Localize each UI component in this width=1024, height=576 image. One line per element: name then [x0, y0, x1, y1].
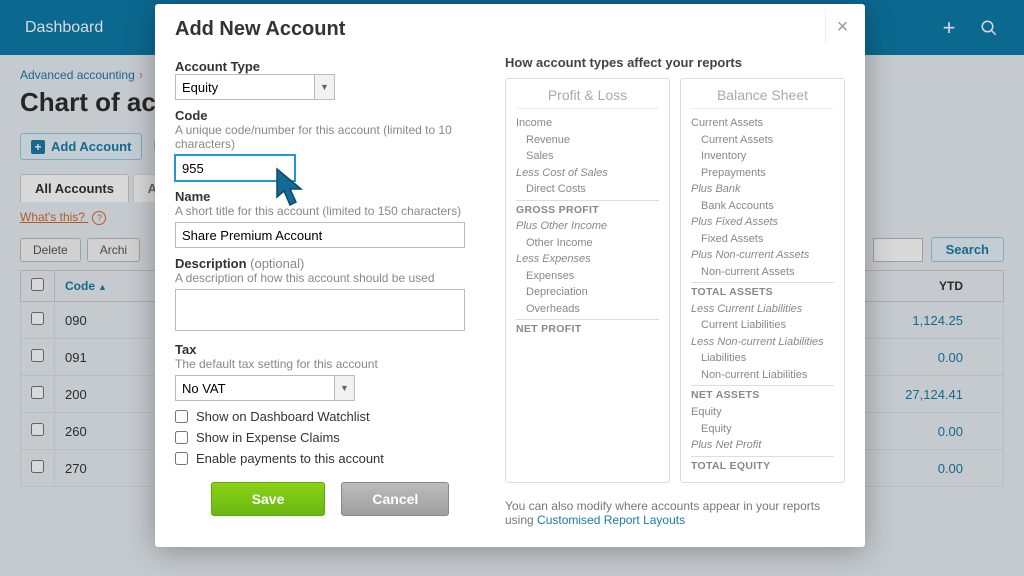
- form-column: Account Type ▼ Code A unique code/number…: [175, 55, 485, 527]
- customised-layouts-link[interactable]: Customised Report Layouts: [537, 513, 685, 527]
- account-type-select[interactable]: [175, 74, 335, 100]
- name-hint: A short title for this account (limited …: [175, 204, 485, 218]
- report-info-title: How account types affect your reports: [505, 55, 845, 70]
- add-account-modal: Add New Account × Account Type ▼ Code A …: [155, 4, 865, 547]
- tax-hint: The default tax setting for this account: [175, 357, 485, 371]
- tax-select[interactable]: [175, 375, 355, 401]
- balance-sheet-box: Balance Sheet Current Assets Current Ass…: [680, 78, 845, 483]
- name-input[interactable]: [175, 222, 465, 248]
- payments-checkbox-row[interactable]: Enable payments to this account: [175, 451, 485, 466]
- account-type-label: Account Type: [175, 59, 485, 74]
- cancel-button[interactable]: Cancel: [341, 482, 449, 516]
- name-label: Name: [175, 189, 485, 204]
- code-hint: A unique code/number for this account (l…: [175, 123, 485, 151]
- code-input[interactable]: [175, 155, 295, 181]
- expense-checkbox-row[interactable]: Show in Expense Claims: [175, 430, 485, 445]
- modal-title: Add New Account: [175, 18, 345, 41]
- description-input[interactable]: [175, 289, 465, 331]
- description-hint: A description of how this account should…: [175, 271, 485, 285]
- description-label: Description (optional): [175, 256, 485, 271]
- close-icon[interactable]: ×: [825, 10, 859, 44]
- tax-label: Tax: [175, 342, 485, 357]
- watchlist-checkbox-row[interactable]: Show on Dashboard Watchlist: [175, 409, 485, 424]
- report-footer: You can also modify where accounts appea…: [505, 499, 845, 527]
- code-label: Code: [175, 108, 485, 123]
- watchlist-checkbox[interactable]: [175, 410, 188, 423]
- save-button[interactable]: Save: [211, 482, 326, 516]
- expense-checkbox[interactable]: [175, 431, 188, 444]
- report-info-column: How account types affect your reports Pr…: [505, 55, 845, 527]
- profit-loss-box: Profit & Loss Income Revenue Sales Less …: [505, 78, 670, 483]
- payments-checkbox[interactable]: [175, 452, 188, 465]
- modal-backdrop[interactable]: Add New Account × Account Type ▼ Code A …: [0, 0, 1024, 576]
